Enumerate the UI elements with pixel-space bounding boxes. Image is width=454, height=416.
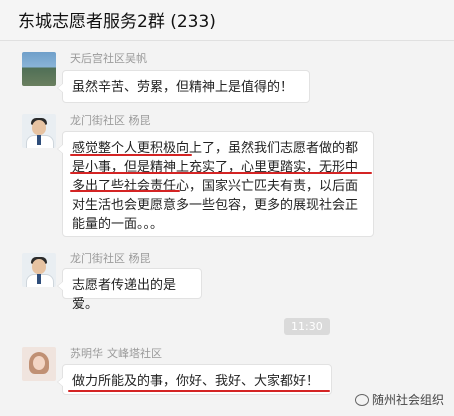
- avatar[interactable]: [22, 253, 56, 287]
- sender-name: 苏明华 文峰塔社区: [70, 347, 162, 360]
- message-bubble[interactable]: 志愿者传递出的是爱。: [57, 268, 202, 312]
- avatar[interactable]: [22, 114, 56, 148]
- message-bubble[interactable]: 虽然辛苦、劳累，但精神上是值得的！: [57, 70, 310, 103]
- sender-name: 天后宫社区吴帆: [70, 52, 147, 65]
- annotation-underline: [70, 190, 180, 192]
- annotation-underline: [70, 172, 372, 174]
- message-text: 虽然辛苦、劳累，但精神上是值得的！: [72, 80, 294, 95]
- message-text: 志愿者传递出的是爱。: [72, 278, 177, 312]
- avatar[interactable]: [22, 347, 56, 381]
- time-badge: 11:30: [284, 318, 330, 335]
- sender-name: 龙门街社区 杨昆: [70, 252, 151, 265]
- avatar[interactable]: [22, 52, 56, 86]
- wechat-channel-icon: [354, 394, 369, 406]
- annotation-underline: [68, 390, 330, 392]
- message-text: 做力所能及的事，你好、我好、大家都好！: [72, 374, 320, 389]
- sender-name: 龙门街社区 杨昆: [70, 114, 151, 127]
- annotation-underline: [70, 154, 192, 156]
- watermark: 随州社会组织: [354, 391, 444, 408]
- message-bubble[interactable]: 感觉整个人更积极向上了，虽然我们志愿者做的都是小事，但是精神上充实了，心里更踏实…: [57, 131, 374, 237]
- group-title: 东城志愿者服务2群 (233): [18, 12, 216, 32]
- chat-header: 东城志愿者服务2群 (233): [0, 0, 454, 41]
